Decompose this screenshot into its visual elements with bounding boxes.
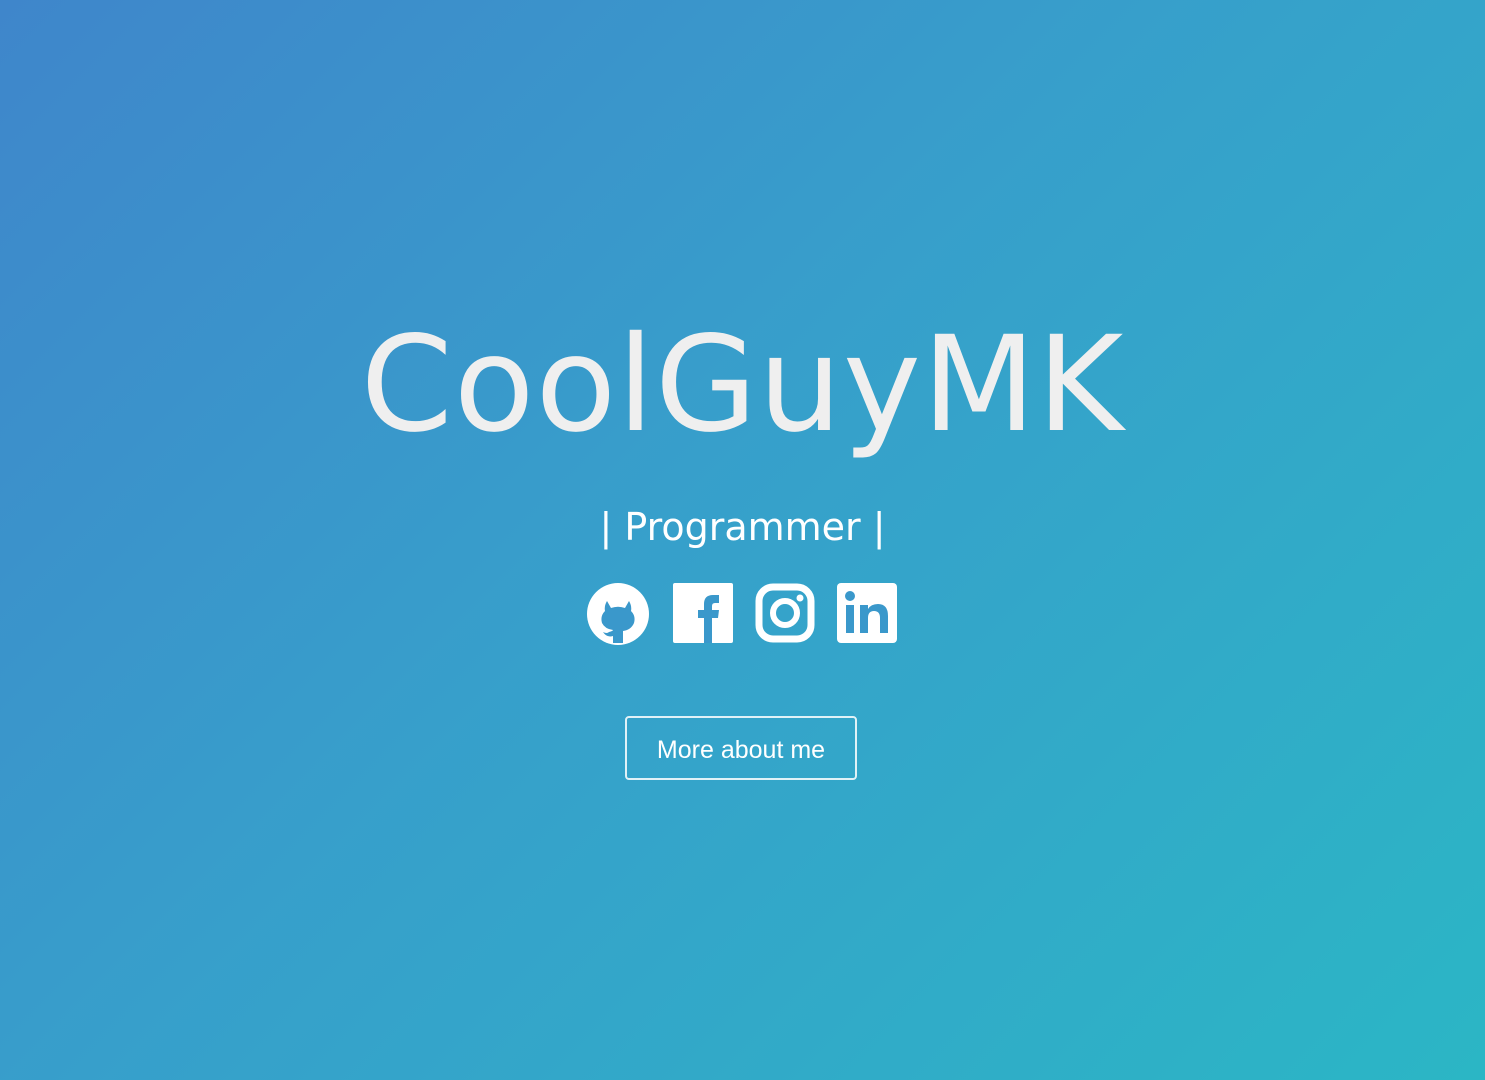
github-link[interactable] — [585, 583, 651, 645]
site-title: CoolGuyMK — [360, 308, 1125, 462]
hero-section: CoolGuyMK | Programmer | More about me — [0, 0, 1485, 1080]
social-links — [585, 582, 901, 646]
facebook-icon — [673, 583, 733, 643]
more-about-me-button[interactable]: More about me — [625, 716, 857, 780]
github-icon — [587, 583, 649, 645]
linkedin-link[interactable] — [837, 583, 897, 645]
instagram-link[interactable] — [755, 583, 815, 645]
job-subtitle: | Programmer | — [599, 505, 886, 549]
linkedin-icon — [837, 583, 897, 643]
instagram-icon — [755, 583, 815, 643]
facebook-link[interactable] — [673, 583, 733, 645]
